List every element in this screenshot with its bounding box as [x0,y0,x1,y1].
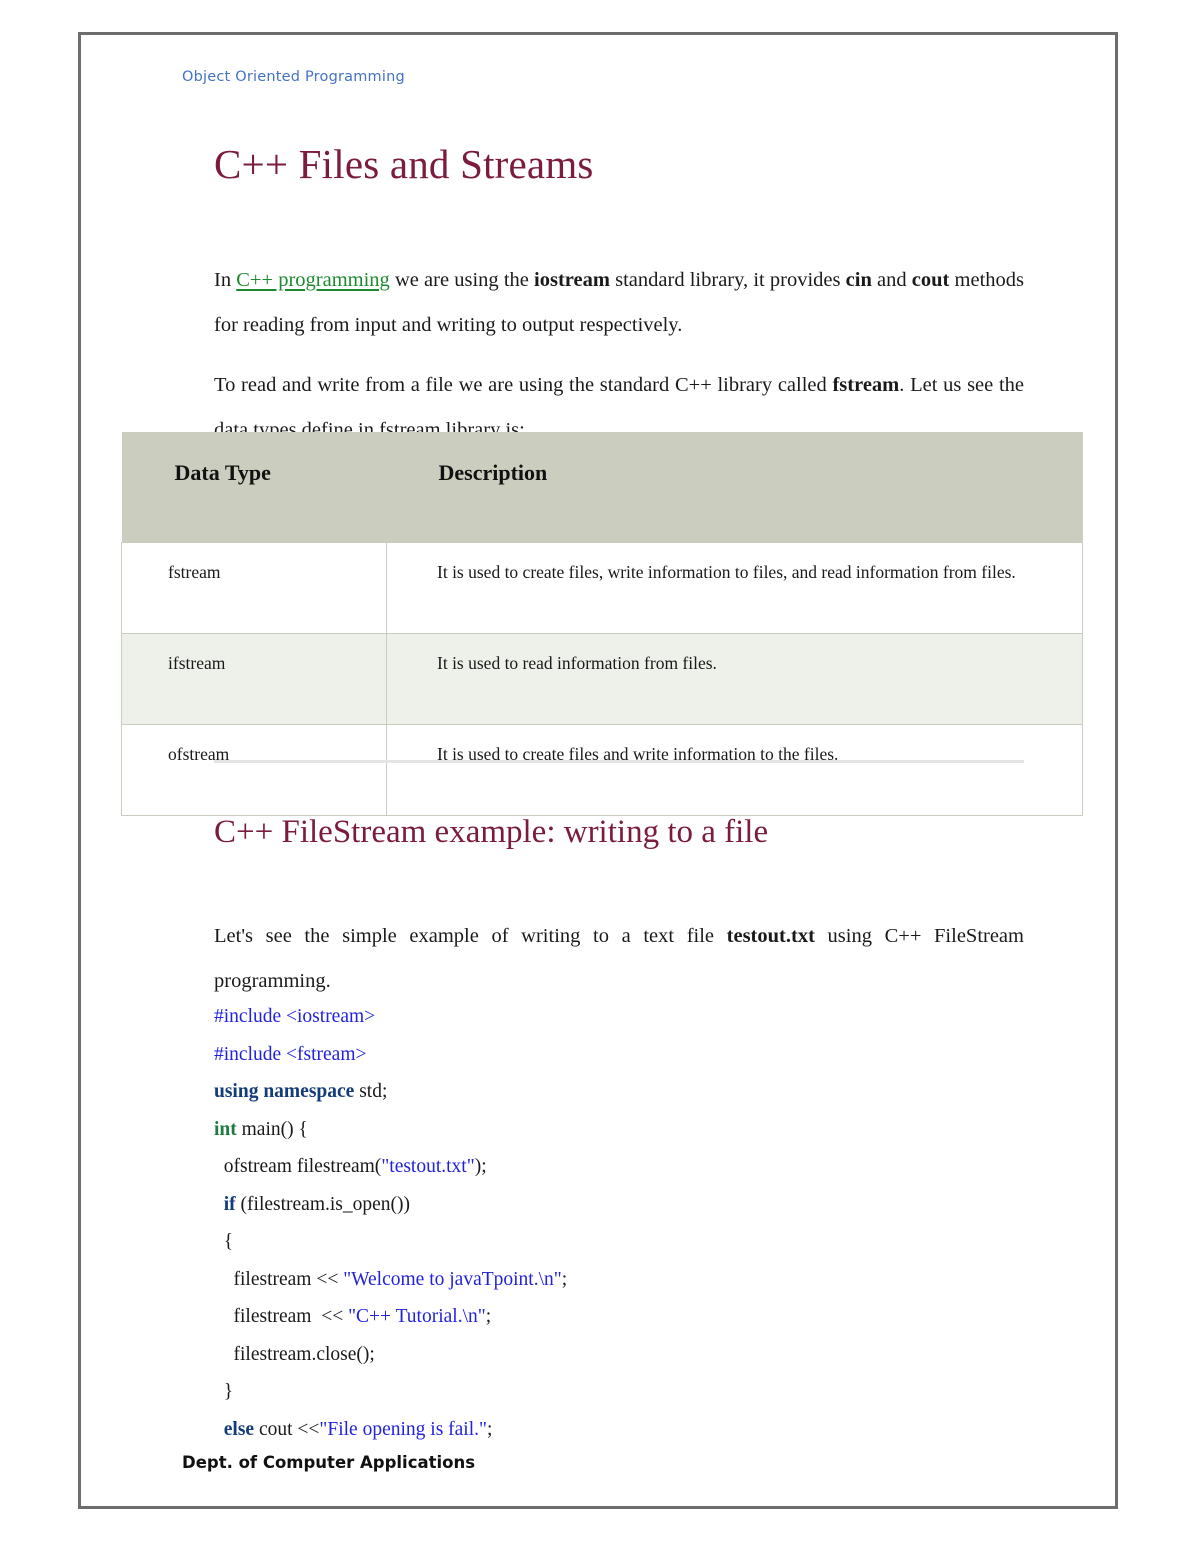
code-token: } [214,1381,234,1402]
code-line: int main() { [214,1111,1024,1149]
code-token: ; [486,1418,493,1440]
code-token: "File opening is fail." [319,1418,487,1440]
code-line: using namespace std; [214,1073,1024,1111]
code-line: #include <fstream> [214,1036,1024,1074]
code-token: ); [474,1156,487,1177]
code-token: using namespace [214,1081,355,1102]
data-types-table: Data Type Description fstream It is used… [121,432,1083,816]
code-token: filestream << [214,1306,349,1327]
cell-description: It is used to read information from file… [386,633,1083,725]
table-row: fstream It is used to create files, writ… [121,542,1083,634]
intro-text-before-link: In [214,269,237,291]
code-block: #include <iostream> #include <fstream> usi… [214,998,1024,1448]
code-token: "Welcome to javaTpoint.\n" [343,1268,562,1290]
code-token: ofstream filestream( [214,1156,382,1177]
code-token: ; [561,1268,568,1290]
table-head: Data Type Description [121,432,1083,543]
column-header-data-type: Data Type [121,432,387,543]
example-intro-head: Let's see the simple example of writing … [214,925,727,947]
document-page: Object Oriented Programming C++ Files an… [78,32,1118,1509]
section-divider [214,760,1024,763]
cell-description: It is used to create files and write inf… [386,724,1083,816]
cpp-programming-link[interactable]: C++ programming [236,269,390,291]
code-token: ; [485,1306,492,1327]
code-token: std; [354,1081,388,1102]
code-token: "C++ Tutorial.\n" [348,1306,486,1327]
intro-bold-iostream: iostream [534,269,610,291]
intro-bold-cin: cin [845,269,872,291]
code-line: #include <iostream> [214,998,1024,1036]
cell-description: It is used to create files, write inform… [386,542,1083,634]
code-token: cout << [254,1418,320,1440]
code-token: else [223,1418,255,1440]
code-line: filestream << "C++ Tutorial.\n"; [214,1298,1024,1336]
page-title: C++ Files and Streams [214,141,594,187]
code-token: "testout.txt" [381,1156,475,1177]
intro-text-after-link: we are using the [389,269,535,291]
document-footer: Dept. of Computer Applications [182,1453,476,1472]
code-token: filestream << [214,1268,344,1290]
intro-text-mid-1: standard library, it provides [609,269,846,291]
intro-bold-cout: cout [911,269,950,291]
code-line: { [214,1223,1024,1261]
intro-text-mid-2: and [871,269,912,291]
table-row: ifstream It is used to read information … [121,633,1083,725]
code-token: filestream.close(); [214,1343,375,1365]
code-line: if (filestream.is_open()) [214,1186,1024,1224]
example-intro-bold-filename: testout.txt [726,925,815,947]
code-token: #include <iostream> [214,1006,376,1027]
cell-data-type: ofstream [121,724,387,816]
code-token: if [223,1193,236,1215]
cell-data-type: fstream [121,542,387,634]
code-token: main() { [236,1118,308,1140]
paragraph-intro: In C++ programming we are using the iost… [214,258,1024,348]
code-line: } [214,1373,1024,1411]
code-line: filestream.close(); [214,1336,1024,1374]
fstream-intro-bold: fstream [832,374,900,396]
code-token: { [214,1231,234,1252]
section-heading: C++ FileStream example: writing to a fil… [214,814,769,850]
paragraph-example-intro: Let's see the simple example of writing … [214,914,1024,1004]
code-line: ofstream filestream("testout.txt"); [214,1148,1024,1186]
table-body: fstream It is used to create files, writ… [121,542,1083,816]
code-line: filestream << "Welcome to javaTpoint.\n"… [214,1261,1024,1299]
code-token: (filestream.is_open()) [235,1193,411,1215]
code-line: else cout <<"File opening is fail."; [214,1411,1024,1449]
table-row: ofstream It is used to create files and … [121,724,1083,816]
fstream-intro-head: To read and write from a file we are usi… [214,374,833,396]
table-header-row: Data Type Description [121,432,1083,543]
code-token: int [214,1118,237,1140]
page-inner-frame: Object Oriented Programming C++ Files an… [81,35,1115,1506]
cell-data-type: ifstream [121,633,387,725]
column-header-description: Description [386,432,1083,543]
code-token: #include <fstream> [214,1043,367,1065]
running-header: Object Oriented Programming [182,69,405,85]
